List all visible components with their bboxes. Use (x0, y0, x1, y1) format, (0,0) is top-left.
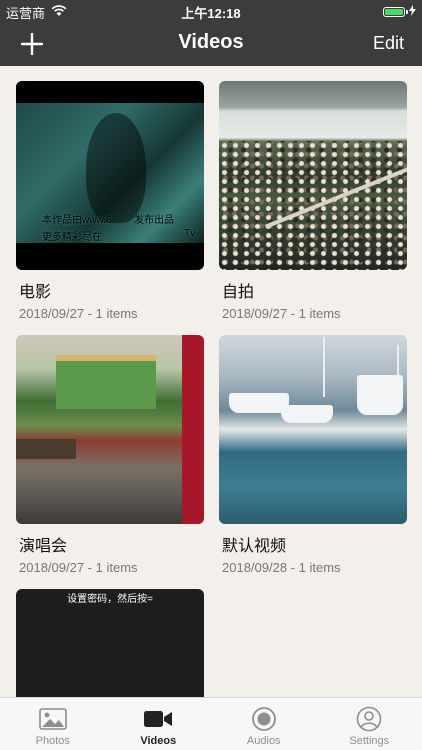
battery-fill (385, 8, 403, 15)
edit-button[interactable]: Edit (373, 33, 404, 54)
album-name: 电影 (19, 284, 52, 301)
thumbnail-caption: Tv (184, 228, 196, 239)
photo-icon (38, 704, 67, 734)
status-right (383, 4, 416, 19)
album-meta: 2018/09/27 - 1 items (19, 560, 138, 575)
video-camera-icon (143, 704, 173, 734)
stage-shape (56, 355, 156, 409)
album-name: 默认视频 (222, 538, 287, 555)
tab-audios[interactable]: Audios (211, 698, 317, 750)
album-meta: 2018/09/27 - 1 items (222, 306, 341, 321)
tab-label: Audios (246, 735, 281, 747)
table-shape (16, 439, 76, 459)
red-wall-shape (182, 335, 204, 524)
tab-videos[interactable]: Videos (106, 698, 212, 750)
status-time: 上午12:18 (181, 6, 241, 21)
album-card[interactable]: 默认视频 2018/09/28 - 1 items (219, 335, 407, 575)
navigation-bar: Videos Edit (0, 22, 422, 66)
album-card[interactable]: 演唱会 2018/09/27 - 1 items (16, 335, 204, 575)
page-title: Videos (178, 31, 244, 53)
album-meta: 2018/09/28 - 1 items (222, 560, 341, 575)
charging-icon (409, 4, 416, 19)
album-name: 自拍 (222, 284, 255, 301)
tab-label: Settings (349, 735, 390, 747)
thumbnail-caption: 发布出品 (134, 215, 174, 226)
tab-bar: Photos Videos Audios Settings (0, 697, 422, 750)
thumbnail-caption: 更多精彩尽在 (42, 232, 102, 243)
boat-shape (229, 393, 289, 413)
person-icon (356, 704, 382, 734)
status-bar: 运营商 上午12:18 (0, 0, 422, 22)
tab-label: Photos (35, 735, 70, 747)
album-thumbnail-concert[interactable] (16, 335, 204, 524)
mast-shape (323, 337, 325, 397)
album-meta: 2018/09/27 - 1 items (19, 306, 138, 321)
boat-shape (357, 375, 403, 415)
album-card[interactable]: 本作品由www.6 发布出品 更多精彩尽在 Tv 电影 2018/09/27 -… (16, 81, 204, 321)
album-thumbnail-movie[interactable]: 本作品由www.6 发布出品 更多精彩尽在 Tv (16, 81, 204, 270)
album-name: 演唱会 (19, 538, 68, 555)
tab-label: Videos (140, 735, 177, 747)
album-card[interactable]: 自拍 2018/09/27 - 1 items (219, 81, 407, 321)
boat-shape (281, 405, 333, 423)
album-thumbnail-selfie[interactable] (219, 81, 407, 270)
thumbnail-caption: 设置密码，然后按= (67, 594, 153, 605)
thumbnail-caption: 本作品由www.6 (42, 215, 112, 226)
record-icon (251, 704, 277, 734)
tab-photos[interactable]: Photos (0, 698, 106, 750)
battery-icon (383, 6, 408, 17)
tab-settings[interactable]: Settings (317, 698, 422, 750)
album-grid[interactable]: 本作品由www.6 发布出品 更多精彩尽在 Tv 电影 2018/09/27 -… (0, 66, 422, 698)
album-thumbnail-calculator[interactable]: 设置密码，然后按= C ÷ × ⌫ (16, 589, 204, 698)
album-card[interactable]: 设置密码，然后按= C ÷ × ⌫ (16, 589, 204, 698)
album-thumbnail-default[interactable] (219, 335, 407, 524)
